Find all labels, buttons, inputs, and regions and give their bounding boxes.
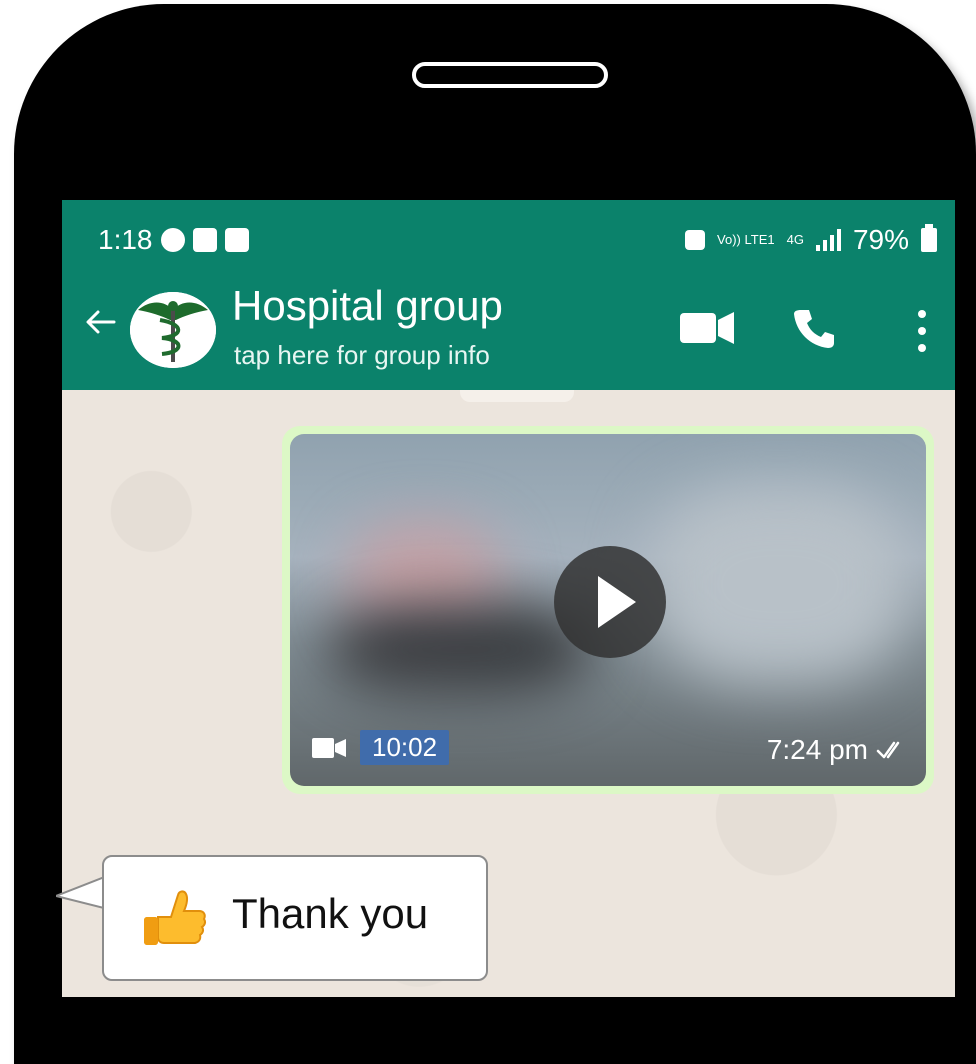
- blurred-shape-3: [650, 484, 910, 684]
- volte-label: Vo)) LTE1: [717, 232, 775, 247]
- read-receipt-icon: [876, 741, 900, 759]
- date-chip: [460, 390, 574, 402]
- thumbs-up-icon: [144, 890, 207, 945]
- group-subtitle[interactable]: tap here for group info: [234, 340, 490, 371]
- check-notification-icon: [224, 228, 249, 252]
- status-time: 1:18: [98, 224, 153, 255]
- caduceus-icon: [130, 292, 216, 368]
- screenshot-notification-icon: [685, 230, 706, 250]
- group-title[interactable]: Hospital group: [232, 282, 503, 330]
- blurred-shape-2: [330, 604, 590, 694]
- battery-icon: [921, 224, 937, 252]
- message-time: 7:24 pm: [767, 734, 908, 766]
- play-button[interactable]: [554, 546, 666, 658]
- status-right: Vo)) LTE1 4G 79%: [685, 224, 937, 256]
- message-notification-icon: [160, 228, 185, 252]
- status-left: 1:18: [98, 224, 249, 256]
- group-avatar[interactable]: [130, 292, 216, 368]
- video-icon: [312, 738, 346, 758]
- video-thumbnail[interactable]: 10:02 7:24 pm: [290, 434, 926, 786]
- callout-text: Thank you: [232, 890, 429, 937]
- signal-icon: [815, 229, 841, 251]
- phone-speaker: [412, 62, 608, 88]
- play-icon: [598, 576, 636, 628]
- chat-header: 1:18 Vo)) LTE1 4G 79% Hospital group tap…: [62, 200, 955, 390]
- message-time-text: 7:24 pm: [766, 734, 868, 765]
- network-label: 4G: [786, 232, 804, 247]
- gallery-notification-icon: [192, 228, 217, 252]
- video-message[interactable]: 10:02 7:24 pm: [282, 426, 934, 794]
- more-options-icon[interactable]: [912, 308, 932, 354]
- thank-you-callout: Thank you: [102, 855, 488, 981]
- video-call-icon[interactable]: [680, 310, 736, 346]
- video-duration: 10:02: [360, 730, 450, 765]
- back-arrow-icon[interactable]: [80, 302, 120, 342]
- battery-percent: 79%: [852, 224, 909, 255]
- voice-call-icon[interactable]: [792, 306, 836, 350]
